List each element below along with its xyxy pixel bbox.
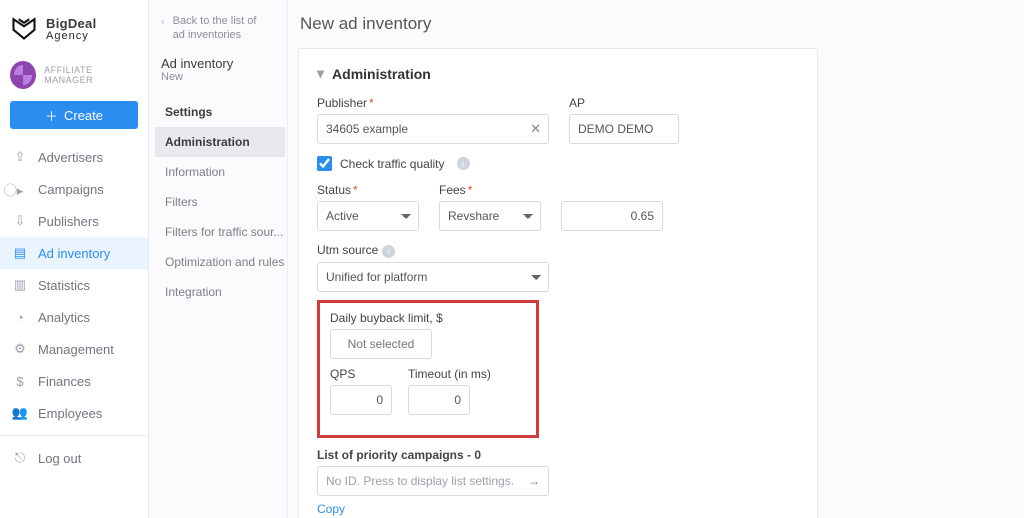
bar-chart-icon: ▥ [12,277,28,293]
nav-label: Log out [38,451,81,466]
chevron-left-icon: ‹ [161,15,165,42]
logo-icon [10,14,38,45]
main-content: New ad inventory ▾ Administration Publis… [288,0,1024,518]
daily-limit-label: Daily buyback limit, $ [330,311,526,325]
caret-down-icon: ▾ [317,65,324,82]
settings-head: Settings [155,97,285,127]
nav-analytics[interactable]: ◔ Analytics [0,301,148,333]
publisher-input[interactable] [317,114,549,144]
role-label: AFFILIATE MANAGER [44,65,138,85]
breadcrumb-title: Ad inventory [155,56,285,71]
inventory-icon: ▤ [12,245,28,261]
timeout-label: Timeout (in ms) [408,367,491,381]
daily-limit-input[interactable] [330,329,432,359]
create-button[interactable]: ＋ Create [10,101,138,129]
clear-icon[interactable]: ✕ [530,121,541,137]
check-traffic-label: Check traffic quality [340,157,445,171]
settings-sidebar: ‹ Back to the list ofad inventories Ad i… [149,0,288,518]
check-traffic-checkbox[interactable]: Check traffic quality i [317,156,799,171]
dollar-icon: $ [12,374,28,389]
arrow-right-icon: → [528,474,540,488]
section-title: Administration [332,66,431,82]
nav-label: Advertisers [38,150,103,165]
settings-filters-traffic[interactable]: Filters for traffic sour... [155,217,285,247]
nav-label: Campaigns [38,182,104,197]
qps-input[interactable] [330,385,392,415]
nav-ad-inventory[interactable]: ▤ Ad inventory [0,237,148,269]
nav-publishers[interactable]: ⇩ Publishers [0,205,148,237]
create-label: Create [64,108,103,123]
role-block: AFFILIATE MANAGER [0,53,148,101]
fees-label: Fees* [439,183,541,197]
check-traffic-input[interactable] [317,156,332,171]
nav-label: Management [38,342,114,357]
back-link[interactable]: ‹ Back to the list ofad inventories [155,10,285,56]
role-avatar-icon [10,61,36,89]
nav-finances[interactable]: $ Finances [0,365,148,397]
brand-subtitle: Agency [46,30,97,42]
nav-management[interactable]: ⚙ Management [0,333,148,365]
nav-campaigns[interactable]: ⃝▸ Campaigns [0,173,148,205]
nav-statistics[interactable]: ▥ Statistics [0,269,148,301]
nav-logout[interactable]: ⎋ Log out [0,442,148,474]
nav-label: Employees [38,406,102,421]
settings-optimization[interactable]: Optimization and rules [155,247,285,277]
priority-label: List of priority campaigns - 0 [317,448,799,462]
analytics-icon: ◔ [12,310,28,325]
nav-label: Ad inventory [38,246,110,261]
settings-integration[interactable]: Integration [155,277,285,307]
status-label: Status* [317,183,419,197]
settings-information[interactable]: Information [155,157,285,187]
nav-label: Analytics [38,310,90,325]
brand-name: BigDeal [46,17,97,30]
plus-icon: ＋ [45,106,58,125]
logout-icon: ⎋ [12,450,28,466]
employees-icon: 👥 [12,405,28,421]
priority-combo[interactable]: No ID. Press to display list settings. → [317,466,549,496]
brand-logo: BigDeal Agency [0,0,148,53]
priority-copy-link[interactable]: Copy [317,502,799,516]
gear-icon: ⚙ [12,341,28,357]
nav-label: Publishers [38,214,99,229]
info-icon[interactable]: i [382,245,395,258]
play-circle-icon: ⃝▸ [12,180,28,199]
main-sidebar: BigDeal Agency AFFILIATE MANAGER ＋ Creat… [0,0,149,518]
fee-amount-input[interactable] [561,201,663,231]
page-title: New ad inventory [298,10,1024,48]
status-select[interactable]: Active [317,201,419,231]
nav-label: Statistics [38,278,90,293]
highlight-box: Daily buyback limit, $ QPS Timeout (in m… [317,300,539,438]
fees-select[interactable]: Revshare [439,201,541,231]
back-text: Back to the list ofad inventories [173,14,257,42]
section-header[interactable]: ▾ Administration [317,65,799,82]
breadcrumb-sub: New [155,71,285,97]
form-card: ▾ Administration Publisher* ✕ AP [298,48,818,518]
nav-label: Finances [38,374,91,389]
settings-filters[interactable]: Filters [155,187,285,217]
nav-advertisers[interactable]: ⇪ Advertisers [0,141,148,173]
nav-employees[interactable]: 👥 Employees [0,397,148,429]
fee-amount-label [561,183,663,197]
divider [0,435,148,436]
priority-placeholder: No ID. Press to display list settings. [326,474,514,488]
ap-label: AP [569,96,679,110]
utm-label: Utm sourcei [317,243,799,258]
upload-icon: ⇪ [12,149,28,165]
info-icon[interactable]: i [457,157,470,170]
utm-select[interactable]: Unified for platform [317,262,549,292]
qps-label: QPS [330,367,392,381]
timeout-input[interactable] [408,385,470,415]
settings-administration[interactable]: Administration [155,127,285,157]
publisher-label: Publisher* [317,96,549,110]
ap-input[interactable] [569,114,679,144]
download-icon: ⇩ [12,213,28,229]
